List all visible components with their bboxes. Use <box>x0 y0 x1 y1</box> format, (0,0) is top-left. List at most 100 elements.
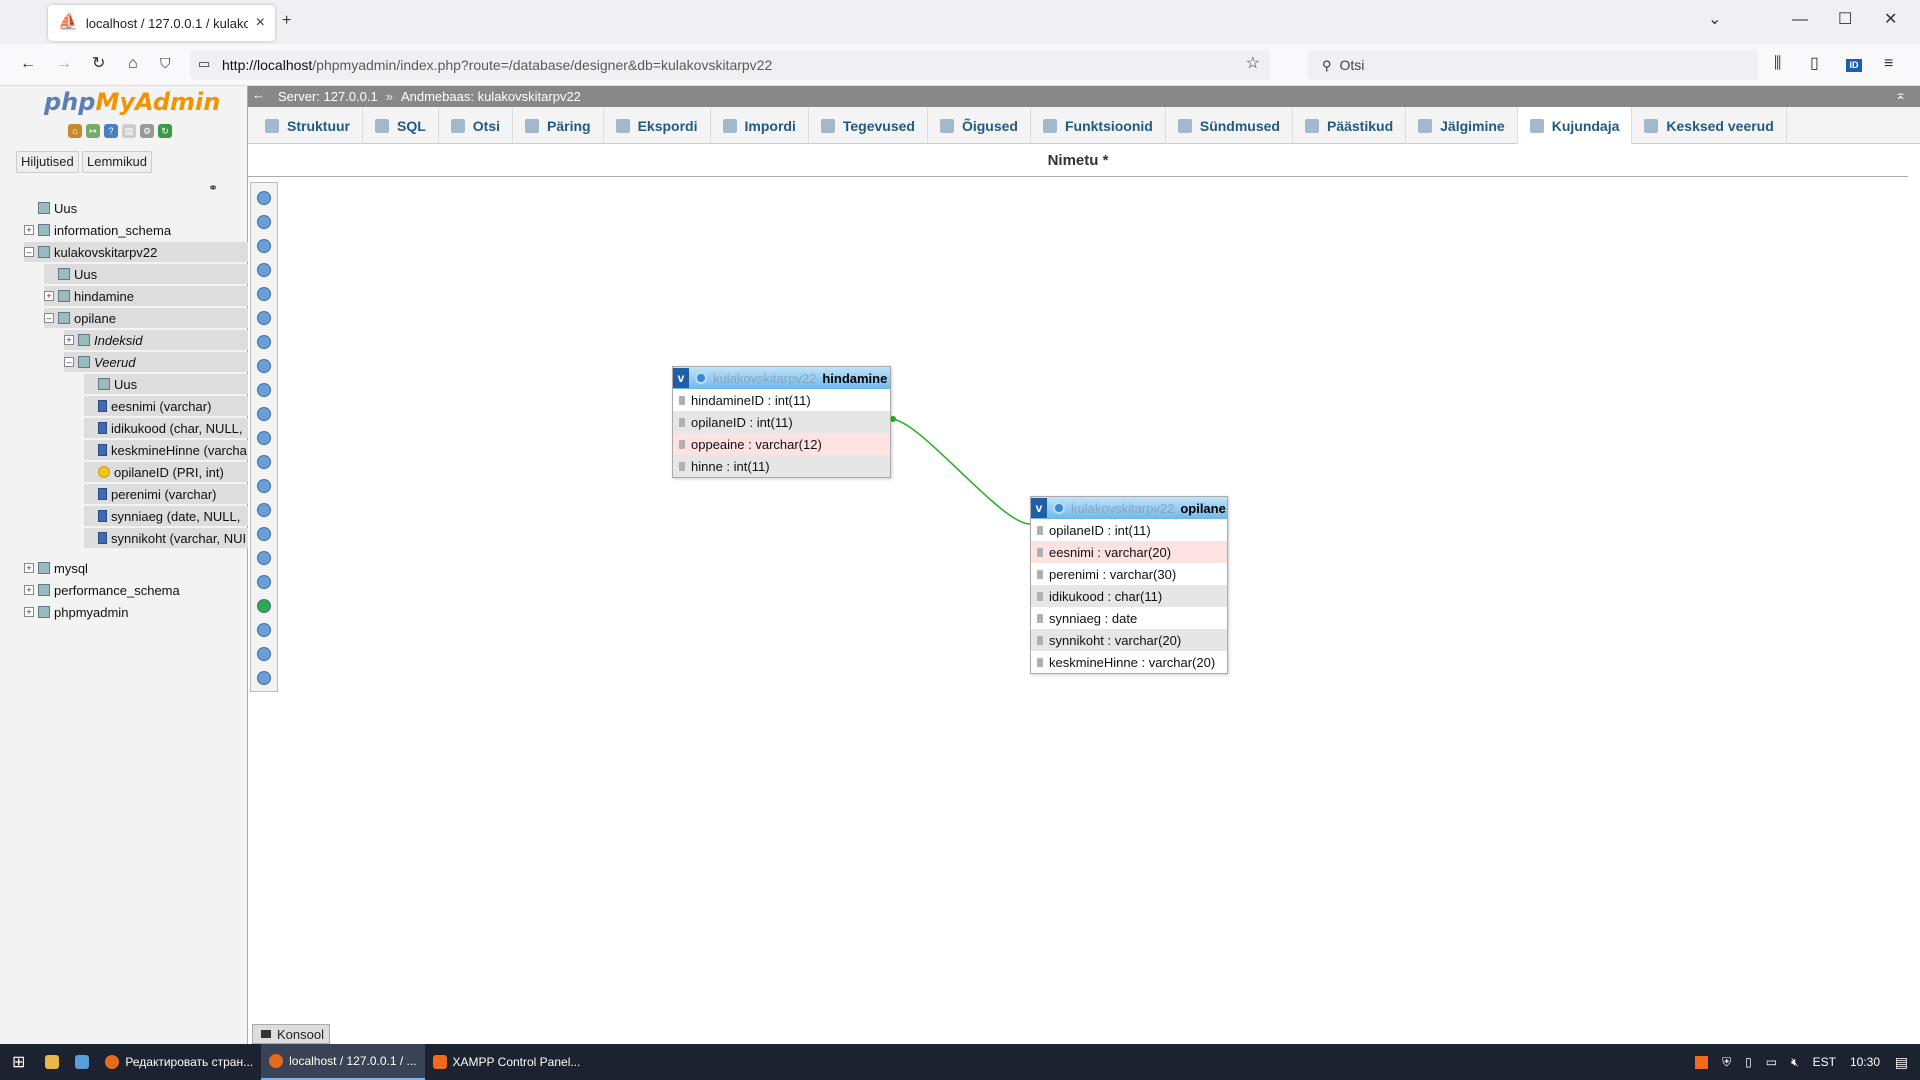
collapse-top-icon[interactable]: ⌅ <box>1895 88 1906 101</box>
table-column-row[interactable]: keskmineHinne : varchar(20) <box>1031 651 1227 673</box>
table-column-row[interactable]: opilaneID : int(11) <box>673 411 890 433</box>
designer-tool-icon[interactable] <box>257 287 271 301</box>
sidebar-toggle-icon[interactable]: ▯ <box>1810 56 1819 72</box>
designer-tool-icon[interactable] <box>257 407 271 421</box>
logout-icon[interactable]: ↦ <box>86 124 100 138</box>
designer-tool-icon[interactable] <box>257 479 271 493</box>
table-column-row[interactable]: synniaeg : date <box>1031 607 1227 629</box>
tree-item[interactable]: + mysql <box>24 558 248 578</box>
table-column-row[interactable]: idikukood : char(11) <box>1031 585 1227 607</box>
search-field[interactable]: ⚲ Otsi <box>1308 50 1758 80</box>
settings-gear-icon[interactable]: ⚙ <box>140 124 154 138</box>
tree-item[interactable]: keskmineHinne (varcha <box>84 440 248 460</box>
tree-item[interactable]: opilaneID (PRI, int) <box>84 462 248 482</box>
taskbar-item-xampp[interactable]: XAMPP Control Panel... <box>425 1044 589 1080</box>
tab-funktsioonid[interactable]: Funktsioonid <box>1031 107 1166 144</box>
tray-shield-icon[interactable]: ⛨ <box>1722 1055 1731 1070</box>
tab-struktuur[interactable]: Struktuur <box>253 107 363 144</box>
table-options-icon[interactable] <box>1053 502 1065 514</box>
docs-icon[interactable]: ? <box>104 124 118 138</box>
taskbar-item-phpmyadmin[interactable]: localhost / 127.0.0.1 / ... <box>261 1044 425 1080</box>
start-button[interactable]: ⊞ <box>0 1044 37 1080</box>
designer-tool-icon[interactable] <box>257 503 271 517</box>
clock[interactable]: 10:30 <box>1850 1055 1880 1069</box>
designer-tool-icon[interactable] <box>257 527 271 541</box>
designer-tool-icon[interactable] <box>257 191 271 205</box>
table-options-icon[interactable] <box>695 372 707 384</box>
designer-table-hindamine[interactable]: v kulakovskitarpv22 hindamine hindamineID :… <box>672 366 891 478</box>
table-column-row[interactable]: hinne : int(11) <box>673 455 890 477</box>
tab-tegevused[interactable]: Tegevused <box>809 107 928 144</box>
link-with-main-icon[interactable]: ⚭ <box>208 182 218 194</box>
breadcrumb-server[interactable]: Server: 127.0.0.1 <box>278 89 378 104</box>
tab-sündmused[interactable]: Sündmused <box>1166 107 1293 144</box>
bookmark-star-icon[interactable]: ☆ <box>1246 56 1260 72</box>
designer-tool-icon[interactable] <box>257 599 271 613</box>
expand-icon[interactable]: + <box>24 563 34 573</box>
table-column-row[interactable]: synnikoht : varchar(20) <box>1031 629 1227 651</box>
expand-icon[interactable]: + <box>64 335 74 345</box>
designer-tool-icon[interactable] <box>257 431 271 445</box>
network-icon[interactable]: ▭ <box>1766 1055 1777 1069</box>
collapse-icon[interactable]: – <box>24 247 34 257</box>
designer-tool-icon[interactable] <box>257 551 271 565</box>
console-toggle[interactable]: Konsool <box>252 1024 330 1044</box>
collapse-icon[interactable]: – <box>44 313 54 323</box>
xampp-tray-icon[interactable] <box>1695 1055 1709 1069</box>
recent-button[interactable]: Hiljutised <box>16 151 79 173</box>
tree-item[interactable]: eesnimi (varchar) <box>84 396 248 416</box>
tab-ekspordi[interactable]: Ekspordi <box>604 107 711 144</box>
designer-tool-icon[interactable] <box>257 671 271 685</box>
expand-icon[interactable]: + <box>24 585 34 595</box>
table-column-row[interactable]: perenimi : varchar(30) <box>1031 563 1227 585</box>
favorites-button[interactable]: Lemmikud <box>82 151 152 173</box>
tree-item[interactable]: Uus <box>24 198 248 218</box>
tree-item[interactable]: Uus <box>44 264 248 284</box>
designer-table-opilane[interactable]: v kulakovskitarpv22 opilane opilaneID : int… <box>1030 496 1228 674</box>
shield-icon[interactable]: ⛉ <box>160 56 171 70</box>
table-column-row[interactable]: hindamineID : int(11) <box>673 389 890 411</box>
language-indicator[interactable]: EST <box>1813 1055 1836 1069</box>
taskbar-item-editor[interactable]: Редактировать стран... <box>97 1044 261 1080</box>
tree-item[interactable]: – kulakovskitarpv22 <box>24 242 248 262</box>
designer-tool-icon[interactable] <box>257 263 271 277</box>
designer-tool-icon[interactable] <box>257 647 271 661</box>
phpmyadmin-logo[interactable]: phpMyAdmin <box>44 88 220 116</box>
maximize-icon[interactable]: ☐ <box>1838 12 1852 28</box>
designer-tool-icon[interactable] <box>257 335 271 349</box>
reload-nav-icon[interactable]: ↻ <box>158 124 172 138</box>
back-icon[interactable]: ← <box>20 56 36 72</box>
tab-jälgimine[interactable]: Jälgimine <box>1406 107 1518 144</box>
designer-tool-icon[interactable] <box>257 239 271 253</box>
tree-item[interactable]: synnikoht (varchar, NUI <box>84 528 248 548</box>
file-explorer-button[interactable] <box>37 1044 67 1080</box>
close-tab-icon[interactable]: × <box>256 15 265 31</box>
tab-impordi[interactable]: Impordi <box>711 107 809 144</box>
tab-päästikud[interactable]: Päästikud <box>1293 107 1407 144</box>
menu-hamburger-icon[interactable]: ≡ <box>1884 56 1893 72</box>
designer-tool-icon[interactable] <box>257 359 271 373</box>
forward-icon[interactable]: → <box>56 56 72 72</box>
docs-page-icon[interactable]: ▤ <box>122 124 136 138</box>
home-icon[interactable]: ⌂ <box>128 56 138 72</box>
usb-icon[interactable]: ▯ <box>1745 1055 1752 1069</box>
designer-tool-icon[interactable] <box>257 455 271 469</box>
tree-item[interactable]: + phpmyadmin <box>24 602 248 622</box>
tree-item[interactable]: + performance_schema <box>24 580 248 600</box>
volume-muted-icon[interactable]: 🔇︎ <box>1791 1055 1799 1070</box>
extension-icon[interactable]: ID <box>1846 59 1862 72</box>
toggle-columns-button[interactable]: v <box>673 368 689 388</box>
tree-item[interactable]: + hindamine <box>44 286 248 306</box>
url-bar[interactable]: ⛉ ▭ http://localhost/phpmyadmin/index.ph… <box>160 50 1270 80</box>
tab-õigused[interactable]: Õigused <box>928 107 1031 144</box>
designer-tool-icon[interactable] <box>257 311 271 325</box>
expand-icon[interactable]: + <box>24 225 34 235</box>
home-icon[interactable]: ⌂ <box>68 124 82 138</box>
table-column-row[interactable]: eesnimi : varchar(20) <box>1031 541 1227 563</box>
table-header[interactable]: v kulakovskitarpv22 opilane <box>1031 497 1227 519</box>
designer-tool-icon[interactable] <box>257 623 271 637</box>
close-window-icon[interactable]: ✕ <box>1884 12 1897 28</box>
table-column-row[interactable]: opilaneID : int(11) <box>1031 519 1227 541</box>
toggle-columns-button[interactable]: v <box>1031 498 1047 518</box>
breadcrumb-database[interactable]: Andmebaas: kulakovskitarpv22 <box>401 89 581 104</box>
